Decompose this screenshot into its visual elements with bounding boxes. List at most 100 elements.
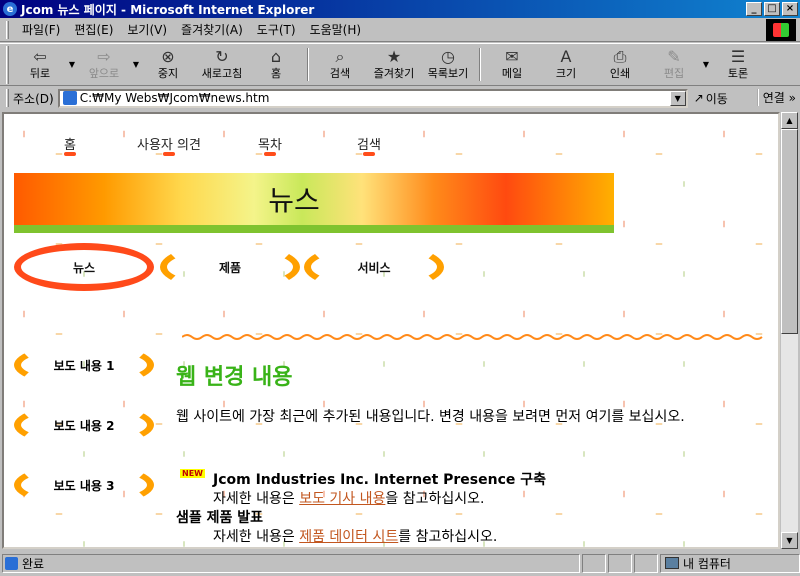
address-dropdown-icon[interactable]: ▼: [669, 90, 686, 106]
home-label: 홈: [270, 67, 282, 80]
edit-dropdown-icon[interactable]: ▼: [701, 44, 711, 85]
menu-edit[interactable]: 편집(E): [67, 19, 120, 40]
top-navigation: 홈 사용자 의견 목차 검색: [4, 134, 604, 156]
toolbar-separator: [307, 48, 309, 81]
page-heading: 웹 변경 내용: [176, 365, 293, 390]
go-arrow-icon: ↗: [693, 91, 704, 105]
menu-view[interactable]: 보기(V): [120, 19, 174, 40]
nav-contents-link[interactable]: 목차: [258, 134, 282, 156]
nav-search-link[interactable]: 검색: [357, 134, 381, 156]
printer-icon: ⎙: [613, 47, 627, 66]
search-button[interactable]: ⌕ 검색: [313, 44, 367, 85]
status-cell: [608, 553, 632, 573]
intro-text: 웹 사이트에 가장 최근에 추가된 내용입니다. 변경 내용을 보려면 먼저 여…: [176, 409, 685, 425]
stop-button[interactable]: ⊗ 중지: [141, 44, 195, 85]
forward-arrow-icon: ⇨: [97, 47, 111, 66]
back-button[interactable]: ⇦ 뒤로: [13, 44, 67, 85]
press-release-2-label: 보도 내용 2: [53, 418, 115, 433]
favorites-button[interactable]: ★ 즐겨찾기: [367, 44, 421, 85]
item1-title: Jcom Industries Inc. Internet Presence 구…: [213, 472, 547, 488]
maximize-button[interactable]: □: [764, 2, 780, 16]
item2-title: 샘플 제품 발표: [176, 510, 264, 526]
tab-products-label: 제품: [218, 260, 242, 275]
mail-label: 메일: [501, 67, 523, 80]
tab-news[interactable]: 뉴스: [14, 243, 154, 291]
menu-tools[interactable]: 도구(T): [250, 19, 303, 40]
edit-icon: ✎: [667, 47, 681, 66]
search-label: 검색: [329, 67, 351, 80]
item1-pre-text: 자세한 내용은: [213, 491, 300, 507]
links-button[interactable]: 연결 »: [756, 89, 796, 106]
vertical-scrollbar[interactable]: ▲ ▼: [781, 112, 798, 549]
forward-dropdown-icon[interactable]: ▼: [131, 44, 141, 85]
toolbar-grip[interactable]: [6, 46, 9, 84]
forward-button[interactable]: ⇨ 앞으로: [77, 44, 131, 85]
page-done-icon: [5, 556, 18, 570]
menu-file[interactable]: 파일(F): [15, 19, 67, 40]
section-tabs: 뉴스 제품 서비스: [14, 243, 474, 293]
menu-help[interactable]: 도움말(H): [303, 19, 369, 40]
tab-services[interactable]: 서비스: [304, 243, 444, 291]
product-datasheet-link[interactable]: 제품 데이터 시트: [299, 529, 398, 545]
press-release-2-button[interactable]: 보도 내용 2: [14, 403, 154, 447]
scroll-thumb[interactable]: [781, 129, 798, 334]
tab-news-label: 뉴스: [72, 260, 96, 275]
discuss-button[interactable]: ☰ 토론: [711, 44, 765, 85]
wavy-divider: [182, 334, 763, 340]
item2-detail: 자세한 내용은 제품 데이터 시트를 참고하십시오.: [213, 526, 497, 546]
status-cell: [582, 553, 606, 573]
discuss-label: 토론: [727, 67, 749, 80]
back-dropdown-icon[interactable]: ▼: [67, 44, 77, 85]
status-main: 완료: [2, 553, 580, 573]
size-button[interactable]: A 크기: [539, 44, 593, 85]
close-button[interactable]: ×: [782, 2, 798, 16]
ie-icon: e: [3, 2, 17, 16]
scroll-down-icon[interactable]: ▼: [781, 532, 798, 549]
nav-home-link[interactable]: 홈: [63, 134, 76, 156]
history-button[interactable]: ◷ 목록보기: [421, 44, 475, 85]
press-release-1-label: 보도 내용 1: [53, 358, 115, 373]
back-label: 뒤로: [29, 67, 51, 80]
minimize-button[interactable]: _: [746, 2, 762, 16]
address-field[interactable]: ▼: [57, 88, 688, 108]
title-bar: e Jcom 뉴스 페이지 - Microsoft Internet Explo…: [0, 0, 800, 18]
home-button[interactable]: ⌂ 홈: [249, 44, 303, 85]
edit-button[interactable]: ✎ 편집: [647, 44, 701, 85]
mail-button[interactable]: ✉ 메일: [485, 44, 539, 85]
discuss-icon: ☰: [730, 47, 746, 66]
security-zone: 내 컴퓨터: [660, 553, 800, 573]
press-article-link[interactable]: 보도 기사 내용: [299, 491, 385, 507]
scroll-up-icon[interactable]: ▲: [781, 112, 798, 129]
forward-label: 앞으로: [88, 67, 120, 80]
windows-logo-icon: [766, 19, 796, 41]
favorites-folder-icon: ★: [386, 47, 402, 66]
toolbar-grip[interactable]: [6, 89, 9, 107]
nav-feedback-link[interactable]: 사용자 의견: [137, 134, 201, 156]
press-release-3-label: 보도 내용 3: [53, 478, 115, 493]
size-label: 크기: [555, 67, 577, 80]
history-icon: ◷: [441, 47, 455, 66]
stop-icon: ⊗: [161, 47, 175, 66]
press-release-3-button[interactable]: 보도 내용 3: [14, 463, 154, 507]
menu-favorites[interactable]: 즐겨찾기(A): [174, 19, 250, 40]
edit-label: 편집: [663, 67, 685, 80]
page-banner: 뉴스: [14, 173, 614, 233]
banner-title: 뉴스: [268, 184, 320, 217]
address-label: 주소(D): [13, 91, 54, 106]
new-badge: NEW: [180, 469, 205, 478]
status-text: 완료: [22, 556, 45, 571]
press-release-1-button[interactable]: 보도 내용 1: [14, 343, 154, 387]
item1-post-text: 을 참고하십시오.: [385, 491, 485, 507]
refresh-button[interactable]: ↻ 새로고침: [195, 44, 249, 85]
standard-toolbar: ⇦ 뒤로 ▼ ⇨ 앞으로 ▼ ⊗ 중지 ↻ 새로고침 ⌂ 홈 ⌕ 검색 ★ 즐겨…: [0, 43, 800, 86]
mail-icon: ✉: [505, 47, 519, 66]
page-viewport: 홈 사용자 의견 목차 검색 뉴스 뉴스 제품 서비스 보도 내용 1 보도 내…: [2, 112, 780, 549]
home-icon: ⌂: [270, 47, 282, 66]
tab-services-label: 서비스: [357, 260, 391, 275]
go-button[interactable]: ↗ 이동: [694, 90, 728, 107]
print-button[interactable]: ⎙ 인쇄: [593, 44, 647, 85]
toolbar-grip[interactable]: [6, 20, 9, 39]
address-input[interactable]: [79, 91, 660, 105]
tab-products[interactable]: 제품: [160, 243, 300, 291]
go-label: 이동: [705, 91, 728, 106]
